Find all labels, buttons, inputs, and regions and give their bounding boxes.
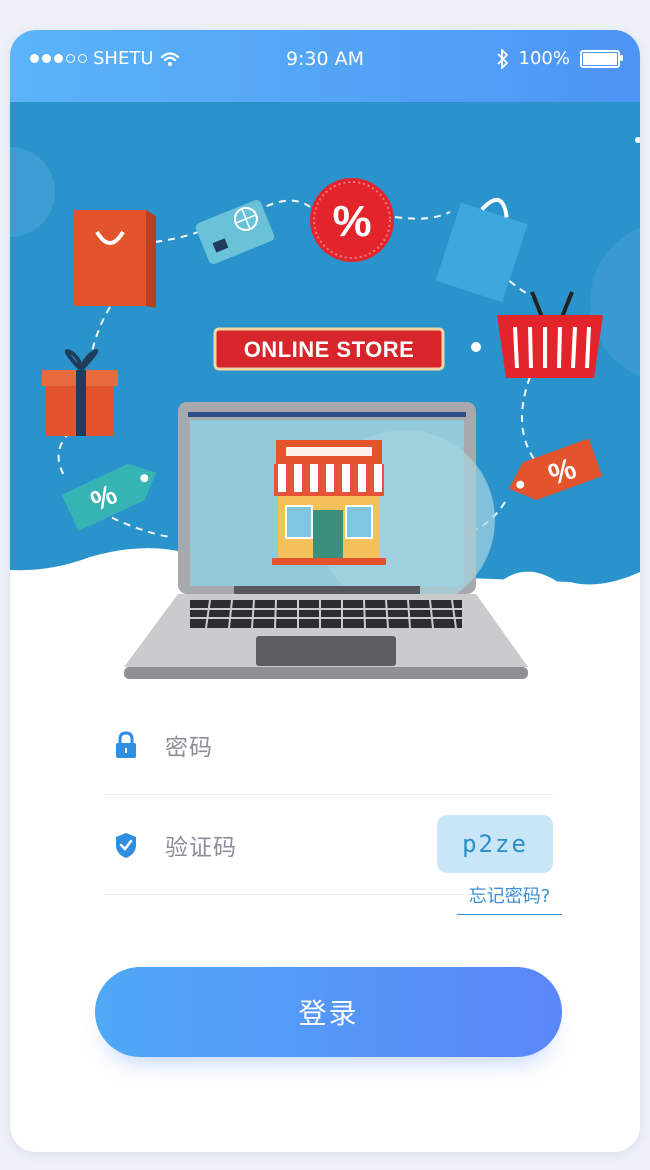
svg-text:%: % bbox=[332, 197, 371, 246]
bluetooth-icon bbox=[496, 48, 508, 69]
login-form: 密码 验证码 p2ze bbox=[105, 695, 553, 895]
credit-card-icon bbox=[195, 199, 275, 265]
shopping-bag-icon bbox=[74, 210, 156, 308]
shield-check-icon bbox=[116, 832, 136, 858]
captcha-row[interactable]: 验证码 p2ze bbox=[105, 795, 553, 895]
shopping-basket-icon bbox=[497, 291, 603, 378]
battery-percent: 100% bbox=[518, 48, 570, 69]
red-price-tag-icon: % bbox=[508, 438, 603, 501]
blue-bag-icon bbox=[435, 197, 528, 303]
password-row[interactable]: 密码 bbox=[105, 695, 553, 795]
gift-box-icon bbox=[42, 349, 118, 436]
online-store-illustration: % % % ONLINE STORE bbox=[10, 137, 640, 702]
battery-icon bbox=[580, 49, 623, 68]
forgot-password-link[interactable]: 忘记密码? bbox=[457, 882, 562, 915]
captcha-field[interactable]: 验证码 bbox=[165, 828, 237, 862]
phone-screen: SHETU 9:30 AM 100% % % % ONLINE STORE 密码… bbox=[10, 30, 640, 1152]
battery-fill bbox=[583, 52, 617, 65]
laptop-illustration bbox=[124, 402, 528, 679]
svg-text:ONLINE STORE: ONLINE STORE bbox=[244, 337, 415, 362]
login-button[interactable]: 登录 bbox=[95, 967, 562, 1057]
password-field[interactable]: 密码 bbox=[165, 728, 213, 762]
status-right: 100% bbox=[496, 48, 623, 69]
teal-price-tag-icon: % bbox=[61, 463, 157, 531]
status-bar: SHETU 9:30 AM 100% bbox=[10, 30, 640, 102]
discount-seal-icon: % bbox=[310, 178, 394, 262]
hero-illustration: % % % ONLINE STORE bbox=[10, 102, 640, 702]
online-store-sign: ONLINE STORE bbox=[213, 327, 445, 371]
captcha-image[interactable]: p2ze bbox=[437, 815, 553, 873]
lock-icon bbox=[116, 730, 136, 758]
